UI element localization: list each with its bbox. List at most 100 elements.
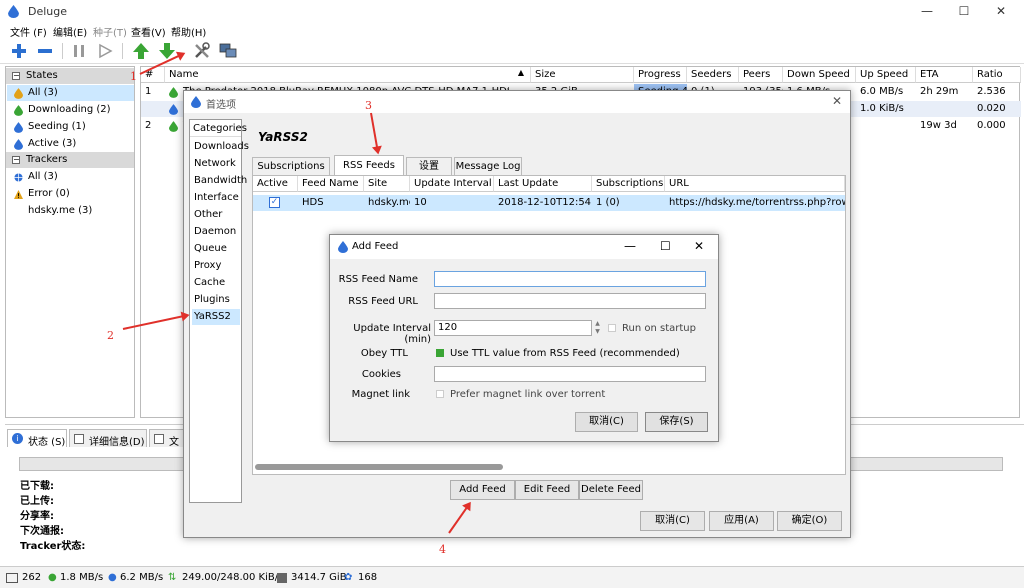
category-proxy[interactable]: Proxy [192, 258, 240, 274]
add-torrent-icon[interactable] [10, 42, 28, 60]
category-plugins[interactable]: Plugins [192, 292, 240, 308]
cancel-button[interactable]: 取消(C) [640, 511, 705, 531]
dht-icon: ✿ [344, 572, 353, 583]
all-icon [14, 88, 23, 99]
category-yarss2[interactable]: YaRSS2 [192, 309, 240, 325]
category-interface[interactable]: Interface [192, 190, 240, 206]
preferences-icon[interactable] [193, 42, 211, 60]
category-downloads[interactable]: Downloads [192, 139, 249, 155]
feed-active-checkbox[interactable]: ✓ [269, 197, 280, 208]
sidebar-item-active[interactable]: Active (3) [7, 136, 134, 152]
category-daemon[interactable]: Daemon [192, 224, 240, 240]
edit-feed-button[interactable]: Edit Feed [515, 480, 579, 500]
seeding-icon [169, 87, 178, 98]
update-interval-input[interactable]: 120 [434, 320, 592, 336]
delete-feed-button[interactable]: Delete Feed [579, 480, 643, 500]
run-on-startup-checkbox[interactable] [608, 324, 616, 332]
add-feed-titlebar: Add Feed — ☐ ✕ [330, 235, 718, 259]
category-cache[interactable]: Cache [192, 275, 240, 291]
row-ratio: 2.536 [977, 86, 1006, 97]
col-header-progress[interactable]: Progress [634, 67, 687, 83]
menu-torrent[interactable]: 种子(T) [93, 24, 127, 39]
run-on-startup-label: Run on startup [622, 323, 696, 334]
sidebar-item-hdsky[interactable]: hdsky.me (3) [7, 203, 134, 219]
sidebar-item-all[interactable]: All (3) [7, 85, 134, 101]
feed-name-input[interactable] [434, 271, 706, 287]
category-queue[interactable]: Queue [192, 241, 240, 257]
tab-details[interactable]: 详细信息(D) [69, 429, 147, 448]
maximize-button[interactable]: ☐ [660, 239, 671, 253]
feed-col-interval[interactable]: Update Interval [410, 176, 494, 192]
upload-speed[interactable]: 6.2 MB/s [120, 572, 163, 583]
close-icon[interactable]: ✕ [832, 94, 842, 108]
col-header-ratio[interactable]: Ratio [973, 67, 1021, 83]
states-group-header[interactable]: − States [6, 68, 134, 84]
magnet-link-checkbox[interactable] [436, 390, 444, 398]
sidebar-item-trackers-all[interactable]: All (3) [7, 169, 134, 185]
feed-col-name[interactable]: Feed Name [298, 176, 364, 192]
add-feed-dialog: Add Feed — ☐ ✕ RSS Feed Name RSS Feed UR… [329, 234, 719, 442]
feed-col-url[interactable]: URL [665, 176, 845, 192]
menu-view[interactable]: 查看(V) [131, 24, 166, 39]
col-header-seeders[interactable]: Seeders [687, 67, 739, 83]
connection-manager-icon[interactable] [219, 42, 237, 60]
remove-torrent-icon[interactable] [36, 42, 54, 60]
add-feed-cancel-button[interactable]: 取消(C) [575, 412, 638, 432]
maximize-button[interactable]: ☐ [955, 3, 973, 19]
feed-row[interactable]: ✓ HDS hdsky.me 10 2018-12-10T12:54:03 1 … [253, 195, 845, 211]
col-header-size[interactable]: Size [531, 67, 634, 83]
sidebar-item-seeding[interactable]: Seeding (1) [7, 119, 134, 135]
feed-col-last-update[interactable]: Last Update [494, 176, 592, 192]
feed-col-active[interactable]: Active [253, 176, 298, 192]
apply-button[interactable]: 应用(A) [709, 511, 774, 531]
feed-url-input[interactable] [434, 293, 706, 309]
col-header-peers[interactable]: Peers [739, 67, 783, 83]
trackers-group-header[interactable]: − Trackers [6, 152, 134, 168]
cookies-input[interactable] [434, 366, 706, 382]
tab-message-log[interactable]: Message Log [454, 157, 522, 175]
menu-edit[interactable]: 编辑(E) [53, 24, 87, 39]
tab-status[interactable]: i 状态 (S) [7, 429, 67, 448]
category-bandwidth[interactable]: Bandwidth [192, 173, 247, 189]
obey-ttl-checkbox[interactable] [436, 349, 444, 357]
sidebar-item-label: hdsky.me (3) [28, 205, 93, 216]
feed-col-subscriptions[interactable]: Subscriptions [592, 176, 665, 192]
horizontal-scrollbar[interactable] [255, 464, 503, 470]
tab-subscriptions[interactable]: Subscriptions [252, 157, 330, 175]
add-feed-save-button[interactable]: 保存(S) [645, 412, 708, 432]
col-header-name-label: Name [169, 69, 199, 80]
pause-icon[interactable] [70, 42, 88, 60]
feed-name-label: RSS Feed Name [338, 274, 418, 285]
preferences-titlebar: 首选项 ✕ [184, 91, 850, 113]
tab-details-label: 详细信息(D) [89, 437, 145, 448]
interval-spinner[interactable]: ▲ ▼ [593, 320, 602, 336]
close-button[interactable]: ✕ [694, 239, 704, 253]
files-icon [154, 434, 164, 444]
tab-rss-feeds[interactable]: RSS Feeds [334, 155, 404, 175]
category-other[interactable]: Other [192, 207, 240, 223]
minimize-button[interactable]: — [624, 239, 636, 253]
minimize-button[interactable]: — [918, 3, 936, 19]
menu-file[interactable]: 文件 (F) [10, 24, 47, 39]
collapse-icon[interactable]: − [12, 72, 20, 80]
add-feed-button[interactable]: Add Feed [450, 480, 515, 500]
col-header-name[interactable]: Name ▲ [165, 67, 531, 83]
details-icon [74, 434, 84, 444]
queue-up-icon[interactable] [132, 42, 150, 60]
menu-help[interactable]: 帮助(H) [171, 24, 206, 39]
resume-icon[interactable] [96, 42, 114, 60]
tab-settings[interactable]: 设置 [406, 157, 452, 175]
collapse-icon[interactable]: − [12, 156, 20, 164]
feed-last-update: 2018-12-10T12:54:03 [498, 197, 592, 208]
download-speed[interactable]: 1.8 MB/s [60, 572, 103, 583]
col-header-up-speed[interactable]: Up Speed [856, 67, 916, 83]
col-header-eta[interactable]: ETA [916, 67, 973, 83]
col-header-down-speed[interactable]: Down Speed [783, 67, 856, 83]
sidebar-item-label: Seeding (1) [28, 121, 86, 132]
feed-col-site[interactable]: Site [364, 176, 410, 192]
ok-button[interactable]: 确定(O) [777, 511, 842, 531]
category-network[interactable]: Network [192, 156, 240, 172]
sidebar-item-error[interactable]: Error (0) [7, 186, 134, 202]
close-button[interactable]: ✕ [992, 3, 1010, 19]
sidebar-item-downloading[interactable]: Downloading (2) [7, 102, 134, 118]
